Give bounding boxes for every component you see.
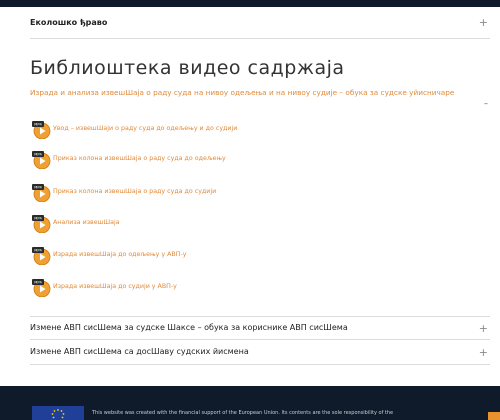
- collapse-minus-icon[interactable]: –: [484, 99, 488, 108]
- video-link-label[interactable]: Израда извешШаја до одељењу у АВП-у: [53, 251, 186, 258]
- expand-plus-icon[interactable]: +: [479, 323, 488, 334]
- video-link[interactable]: MP4 Анализа извешШаја: [32, 215, 332, 233]
- accordion-item-avp-fees[interactable]: Измене АВП сисШема за судске Шаксе – обу…: [30, 316, 490, 340]
- video-link-label[interactable]: Увод – извешШаји о раду суда до одељењу …: [53, 125, 237, 132]
- eu-flag-logo: [32, 406, 84, 420]
- video-file-icon: MP4: [32, 247, 51, 265]
- video-link-label[interactable]: Приказ колона извешШаја о раду суда до о…: [53, 155, 226, 162]
- accordion-item-label: Измене АВП сисШема са досШаву судских йи…: [30, 347, 249, 356]
- accordion-item-label: Измене АВП сисШема за судске Шаксе – обу…: [30, 323, 348, 332]
- video-link[interactable]: MP4 Израда извешШаја до судији у АВП-у: [32, 279, 332, 297]
- video-icon-badge: MP4: [34, 186, 42, 190]
- video-link[interactable]: MP4 Израда извешШаја до одељењу у АВП-у: [32, 247, 332, 265]
- footer-disclaimer: This website was created with the financ…: [92, 410, 394, 416]
- accordion-item-label: Еколошко ђраво: [30, 18, 108, 27]
- page-title: Библиоштека видео садржаја: [30, 57, 345, 79]
- accordion-item-eco-law[interactable]: Еколошко ђраво +: [30, 12, 490, 39]
- video-link-label[interactable]: Приказ колона извешШаја о раду суда до с…: [53, 188, 216, 195]
- video-file-icon: MP4: [32, 184, 51, 202]
- scroll-to-top-button[interactable]: [488, 412, 500, 420]
- video-icon-badge: MP4: [34, 249, 42, 253]
- video-link[interactable]: MP4 Приказ колона извешШаја о раду суда …: [32, 184, 332, 202]
- footer: This website was created with the financ…: [0, 386, 500, 420]
- video-link[interactable]: MP4 Увод – извешШаји о раду суда до одељ…: [32, 121, 332, 139]
- video-file-icon: MP4: [32, 121, 51, 139]
- expand-plus-icon[interactable]: +: [479, 17, 488, 28]
- video-file-icon: MP4: [32, 215, 51, 233]
- top-bar: [0, 0, 500, 7]
- section-subtitle[interactable]: Израда и анализа извешШаја о раду суда н…: [30, 88, 490, 97]
- video-link-label[interactable]: Израда извешШаја до судији у АВП-у: [53, 283, 177, 290]
- video-icon-badge: MP4: [34, 281, 42, 285]
- eu-stars-icon: [51, 409, 65, 419]
- video-icon-badge: MP4: [34, 217, 42, 221]
- video-icon-badge: MP4: [34, 123, 42, 127]
- video-link[interactable]: MP4 Приказ колона извешШаја о раду суда …: [32, 151, 332, 169]
- expand-plus-icon[interactable]: +: [479, 347, 488, 358]
- video-file-icon: MP4: [32, 151, 51, 169]
- video-icon-badge: MP4: [34, 153, 42, 157]
- video-link-label[interactable]: Анализа извешШаја: [53, 219, 120, 226]
- accordion-item-avp-delivery[interactable]: Измене АВП сисШема са досШаву судских йи…: [30, 340, 490, 365]
- video-file-icon: MP4: [32, 279, 51, 297]
